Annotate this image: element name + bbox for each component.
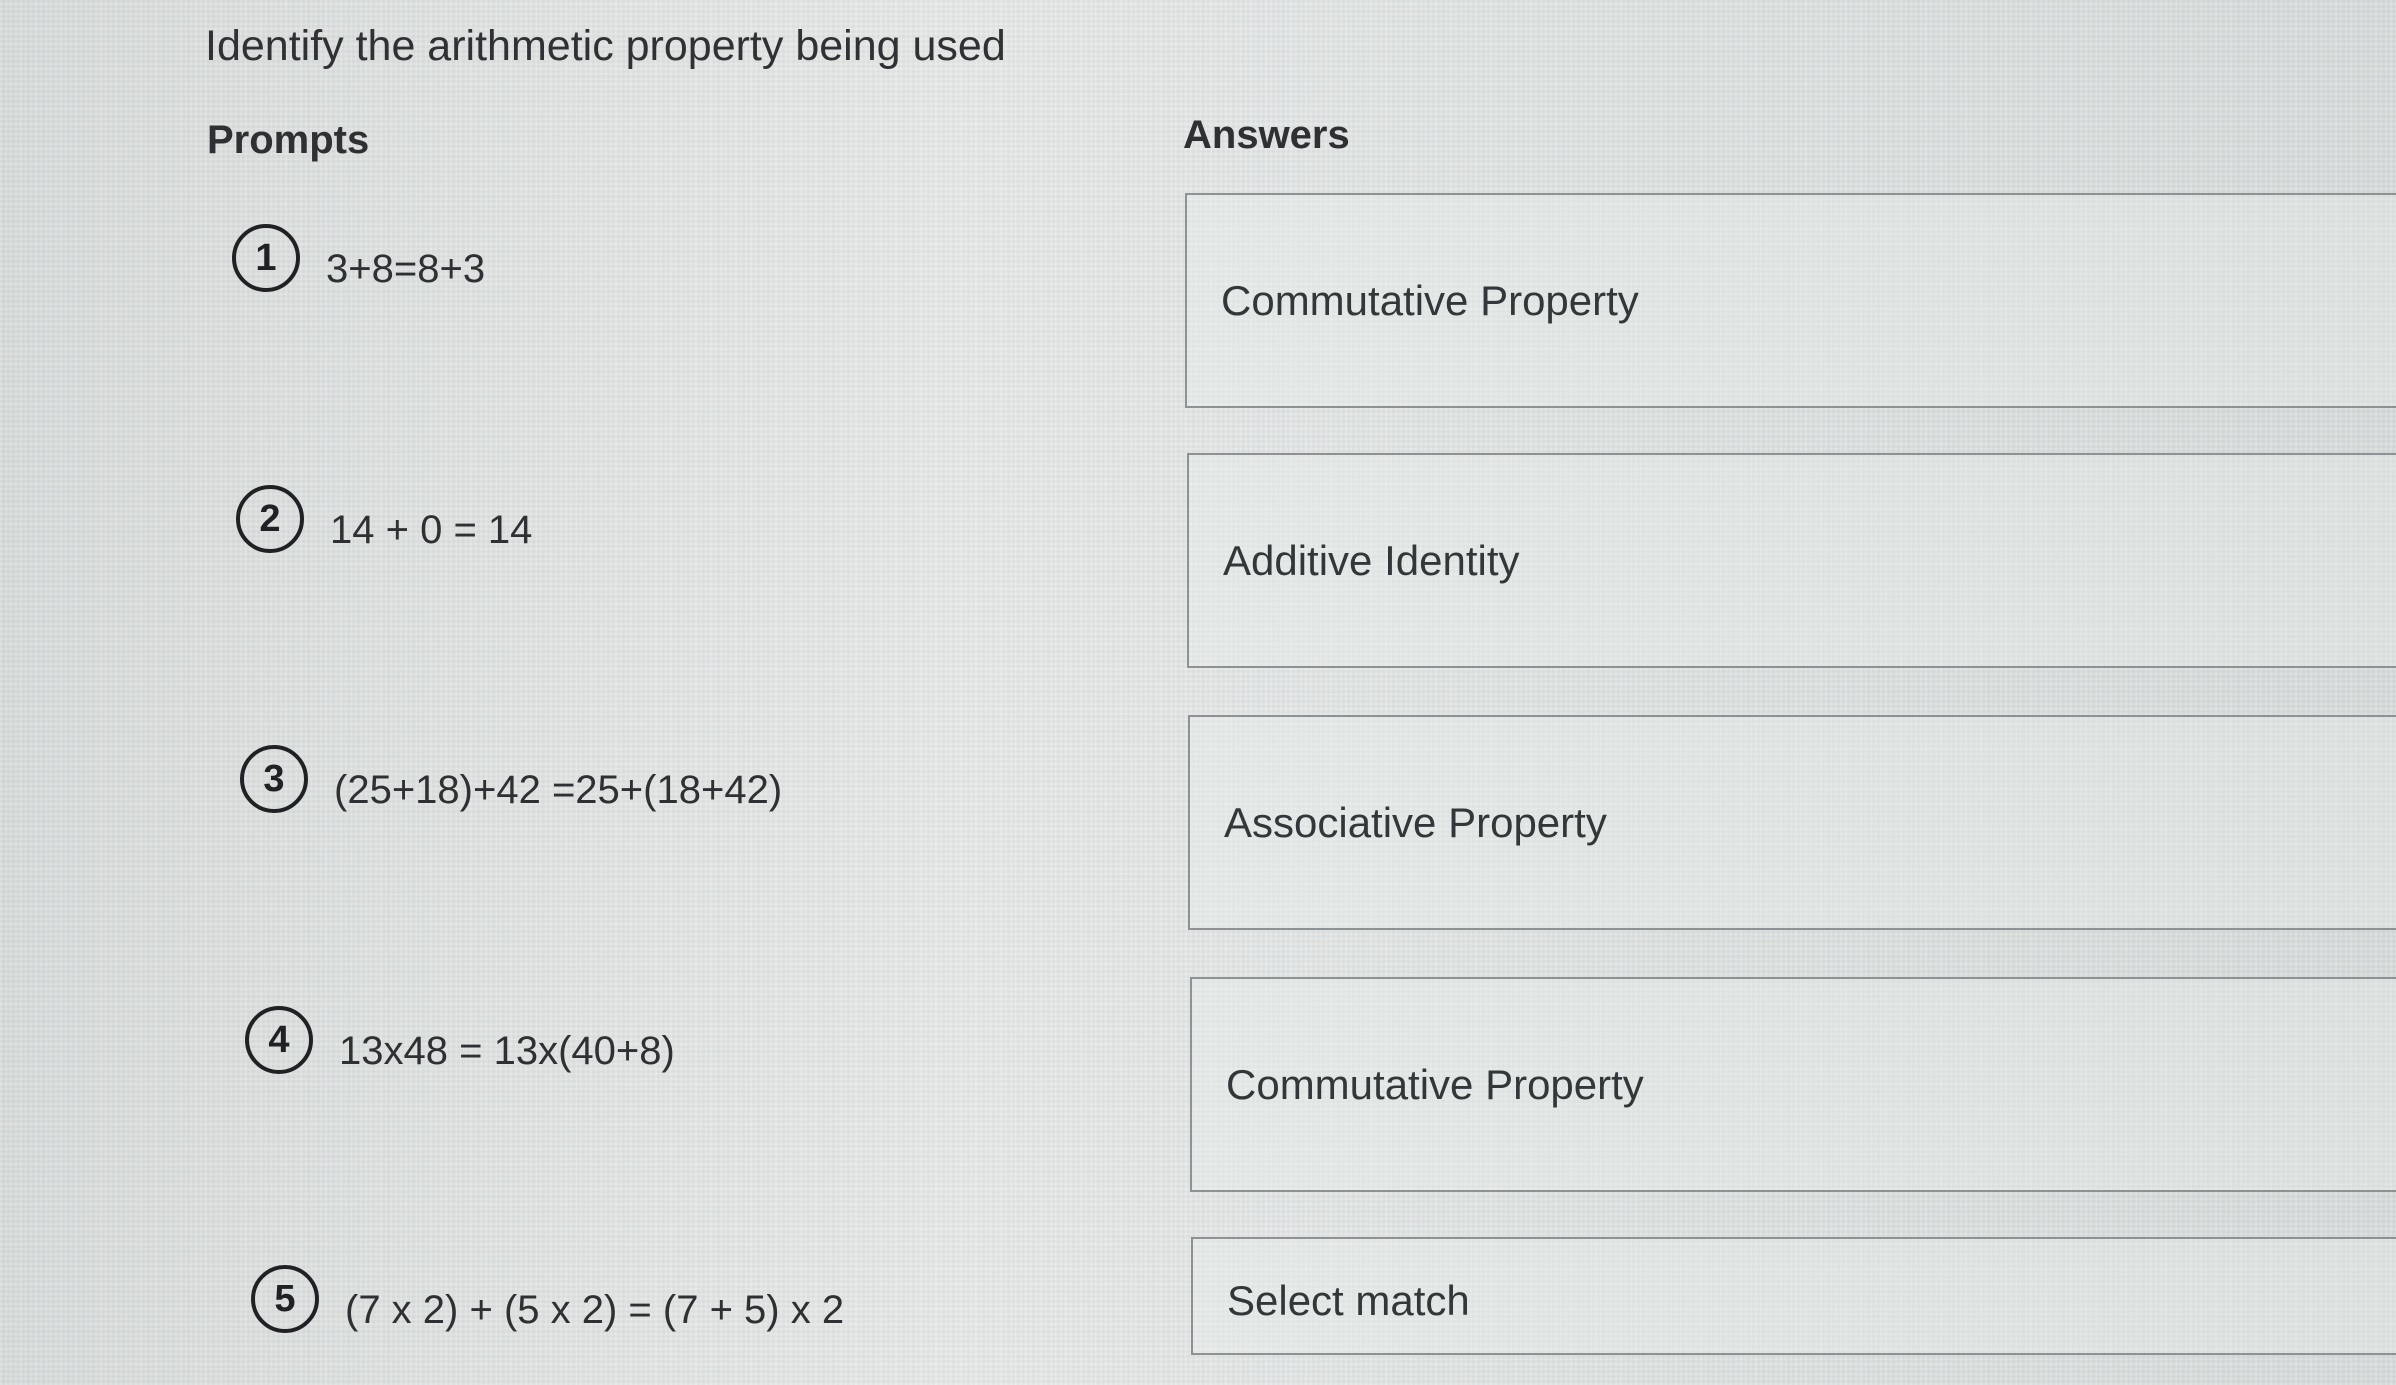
prompt-number-badge: 1 [232, 224, 300, 292]
prompt-number-badge: 3 [240, 745, 308, 813]
prompt-number-badge: 2 [236, 485, 304, 553]
prompt-equation: 13x48 = 13x(40+8) [339, 1028, 675, 1073]
prompt-equation: 3+8=8+3 [326, 246, 486, 291]
answer-dropdown-1[interactable]: Commutative Property [1185, 193, 2396, 408]
answers-heading: Answers [1183, 113, 1350, 157]
answer-selected-value: Associative Property [1224, 798, 1607, 846]
answer-dropdown-4[interactable]: Commutative Property [1190, 977, 2396, 1192]
answer-dropdown-2[interactable]: Additive Identity [1187, 453, 2396, 668]
prompt-number-badge: 4 [245, 1006, 313, 1074]
prompt-item-2: 2 14 + 0 = 14 [236, 485, 532, 553]
prompt-equation: 14 + 0 = 14 [330, 507, 533, 552]
prompts-heading: Prompts [207, 118, 370, 162]
answer-selected-value: Commutative Property [1221, 276, 1639, 324]
prompt-item-5: 5 (7 x 2) + (5 x 2) = (7 + 5) x 2 [251, 1265, 844, 1333]
answer-dropdown-5[interactable]: Select match [1191, 1237, 2396, 1355]
answer-selected-value: Additive Identity [1223, 536, 1520, 584]
instructions-text: Identify the arithmetic property being u… [205, 22, 1006, 70]
answer-dropdown-3[interactable]: Associative Property [1188, 715, 2396, 930]
prompt-item-1: 1 3+8=8+3 [232, 224, 485, 292]
answer-selected-value: Commutative Property [1226, 1060, 1644, 1108]
prompt-item-4: 4 13x48 = 13x(40+8) [245, 1006, 675, 1074]
prompt-equation: (7 x 2) + (5 x 2) = (7 + 5) x 2 [345, 1287, 845, 1332]
answer-placeholder: Select match [1227, 1277, 1470, 1324]
prompt-item-3: 3 (25+18)+42 =25+(18+42) [240, 745, 782, 813]
prompt-equation: (25+18)+42 =25+(18+42) [334, 767, 783, 812]
prompt-number-badge: 5 [251, 1265, 319, 1333]
